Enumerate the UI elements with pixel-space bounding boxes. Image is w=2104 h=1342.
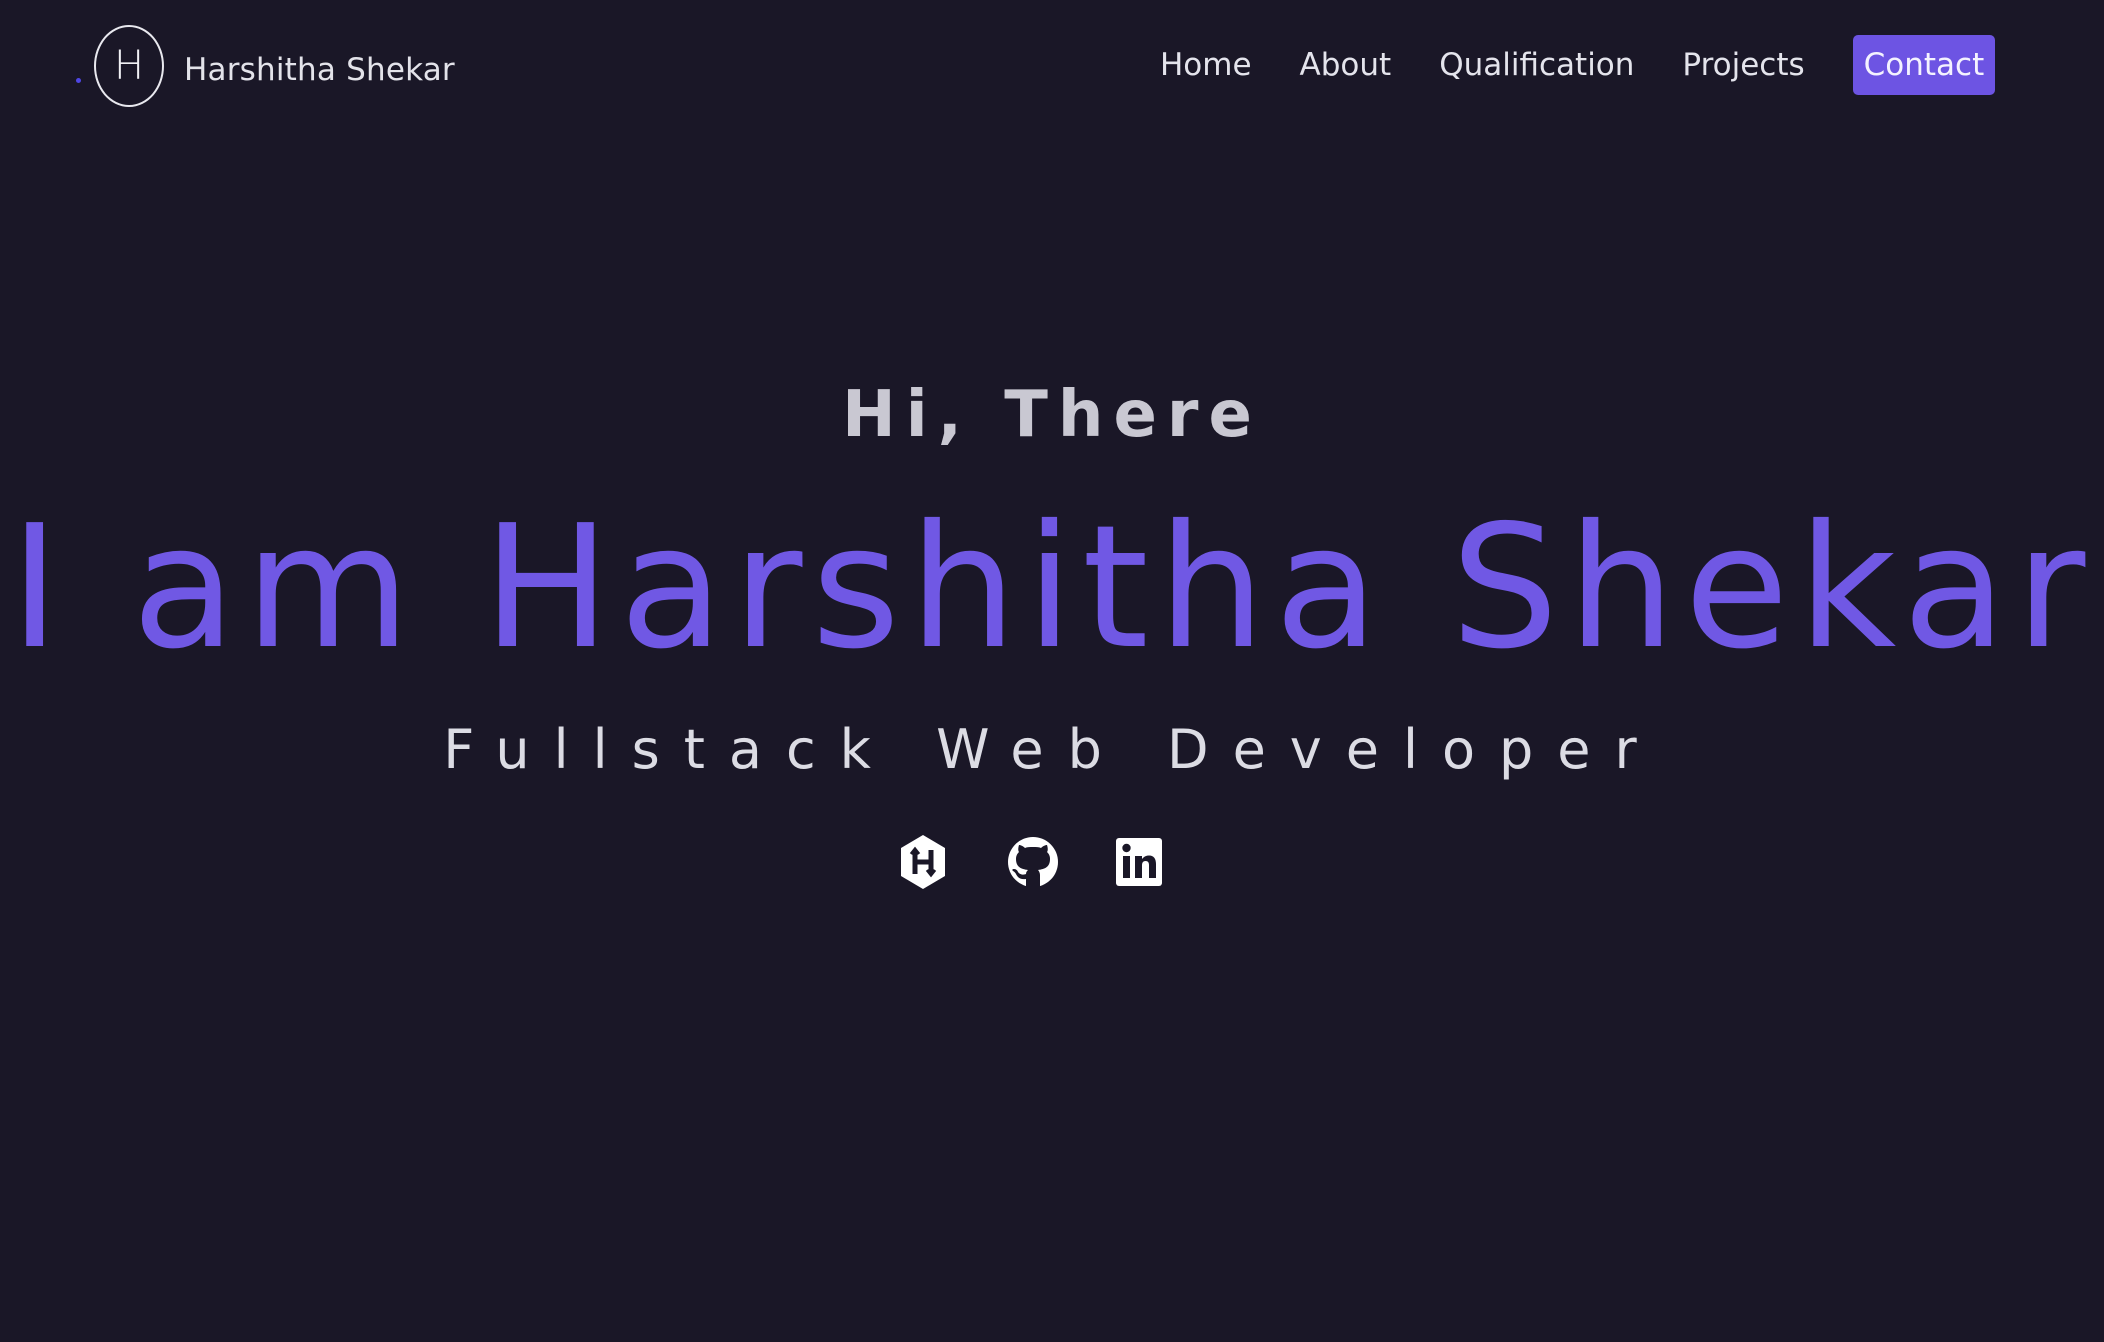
social-links (896, 832, 1186, 892)
hackerrank-link[interactable] (896, 832, 950, 892)
nav-menu: Home About Qualification Projects Contac… (1160, 35, 1996, 95)
github-icon (1008, 837, 1058, 887)
brand[interactable]: H Harshitha Shekar (76, 18, 455, 114)
github-link[interactable] (1006, 832, 1060, 892)
hero-role: Fullstack Web Developer (443, 718, 1661, 781)
linkedin-icon (1116, 838, 1162, 886)
hackerrank-icon (901, 835, 945, 889)
linkedin-link[interactable] (1112, 832, 1166, 892)
nav-about-link[interactable]: About (1300, 47, 1392, 83)
nav-contact-button[interactable]: Contact (1852, 35, 1996, 95)
brand-name[interactable]: Harshitha Shekar (184, 52, 455, 88)
hero-headline: I am Harshitha Shekar (9, 489, 2095, 687)
nav-qualification-link[interactable]: Qualification (1439, 47, 1634, 83)
nav-home-link[interactable]: Home (1160, 47, 1252, 83)
portfolio-page: H Harshitha Shekar Home About Qualificat… (0, 0, 2104, 1342)
hero-greeting: Hi, There (842, 378, 1262, 452)
nav-projects-link[interactable]: Projects (1682, 47, 1804, 83)
brand-logo[interactable]: H (94, 25, 164, 107)
brand-dot (76, 77, 81, 83)
